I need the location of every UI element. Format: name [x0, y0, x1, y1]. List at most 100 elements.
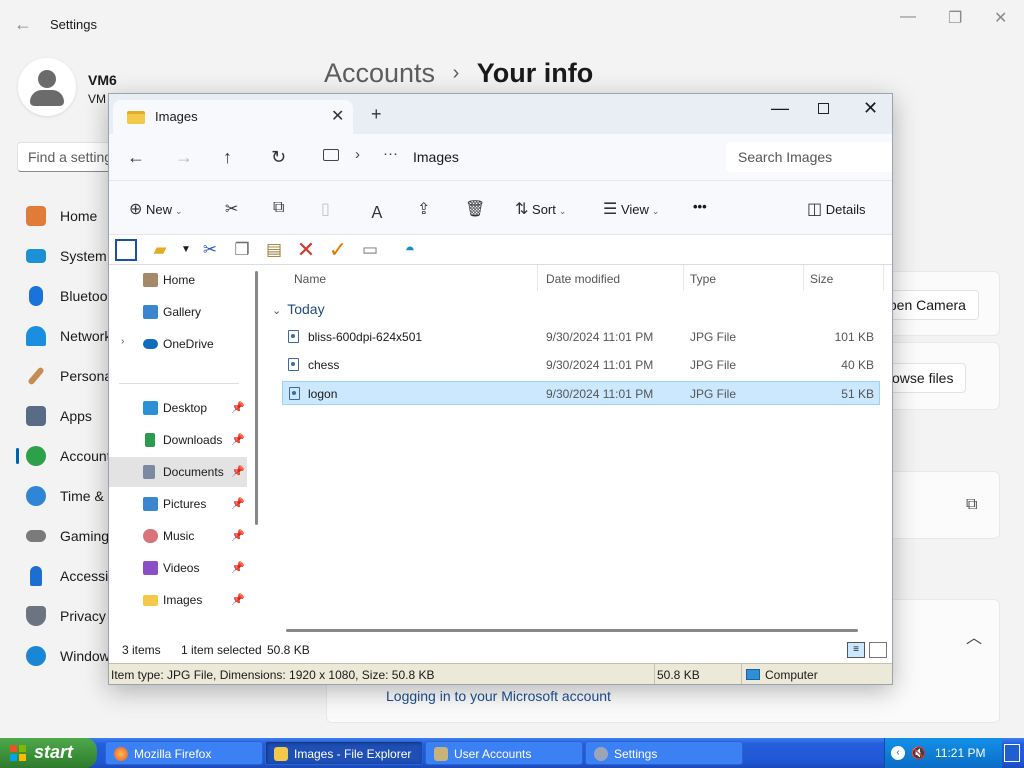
refresh-icon[interactable]: ↻	[271, 147, 286, 168]
close-button[interactable]: ✕	[863, 98, 878, 119]
file-row[interactable]: chess 9/30/2024 11:01 PM JPG File 40 KB	[282, 353, 880, 377]
nav-item-music[interactable]: Music 📌	[109, 521, 247, 551]
restore-button[interactable]: ❐	[948, 8, 962, 28]
details-view-icon[interactable]: ≡	[847, 642, 865, 658]
rename-button[interactable]: Ａ	[369, 199, 385, 223]
nav-item-privacy[interactable]: Privacy	[0, 596, 110, 636]
nav-item-time[interactable]: Time &	[0, 476, 110, 516]
explorer-tab[interactable]: Images ✕	[113, 100, 353, 134]
new-tab-icon[interactable]: +	[371, 104, 382, 125]
new-button[interactable]: ⊕ New ⌄	[129, 199, 183, 219]
expand-chevron-icon[interactable]: ›	[121, 336, 124, 347]
chevron-up-icon[interactable]: ︿	[966, 624, 982, 648]
delete-button[interactable]: 🗑	[465, 199, 485, 219]
up-arrow-icon[interactable]: ↑	[223, 147, 232, 168]
nav-item-gallery[interactable]: Gallery	[109, 297, 247, 327]
pin-icon[interactable]: 📌	[231, 593, 245, 606]
pin-icon[interactable]: 📌	[231, 465, 245, 478]
paste-icon[interactable]: ▤	[263, 239, 285, 261]
nav-item-home[interactable]: Home	[109, 265, 247, 295]
delete-x-icon[interactable]: ✕	[295, 239, 317, 261]
details-button[interactable]: ◫ Details	[807, 199, 866, 219]
nav-item-onedrive[interactable]: › OneDrive	[109, 329, 247, 359]
pin-icon[interactable]: 📌	[231, 497, 245, 510]
show-desktop-icon[interactable]	[1004, 744, 1020, 762]
shell-icon[interactable]: ◓	[399, 239, 421, 261]
column-header-size[interactable]: Size	[810, 265, 884, 291]
more-options-button[interactable]: •••	[693, 199, 707, 214]
rename-box-icon[interactable]: ▭	[359, 239, 381, 261]
nav-item-pictures[interactable]: Pictures 📌	[109, 489, 247, 519]
volume-muted-icon[interactable]: 🔇	[911, 746, 926, 760]
checkmark-icon[interactable]: ✓	[327, 239, 349, 261]
collapse-tray-icon[interactable]: ‹	[891, 746, 905, 760]
nav-scrollbar[interactable]	[255, 271, 258, 525]
copy-button[interactable]: ⧉	[273, 199, 284, 217]
share-button[interactable]: ⇪	[417, 199, 430, 219]
column-header-name[interactable]: Name	[294, 265, 538, 291]
pin-icon[interactable]: 📌	[231, 401, 245, 414]
tiles-view-icon[interactable]	[869, 642, 887, 658]
cut-icon[interactable]: ✂	[199, 239, 221, 261]
file-row[interactable]: bliss-600dpi-624x501 9/30/2024 11:01 PM …	[282, 325, 880, 349]
taskbar-item-firefox[interactable]: Mozilla Firefox	[105, 741, 263, 765]
pin-icon[interactable]: 📌	[231, 529, 245, 542]
column-header-date[interactable]: Date modified	[546, 265, 684, 291]
more-locations-icon[interactable]: ···	[383, 145, 398, 162]
external-link-icon[interactable]: ⧉	[966, 496, 977, 514]
sort-button[interactable]: ⇅ Sort ⌄	[515, 199, 566, 219]
nav-item-bluetooth[interactable]: Bluetoo	[0, 276, 110, 316]
taskbar-item-file-explorer[interactable]: Images - File Explorer	[265, 741, 423, 765]
forward-arrow-icon[interactable]: →	[175, 147, 193, 168]
pin-icon[interactable]: 📌	[231, 561, 245, 574]
breadcrumb-parent[interactable]: Accounts	[324, 58, 435, 88]
address-bar[interactable]: › ··· Images	[309, 142, 717, 172]
maximize-button[interactable]	[818, 103, 829, 114]
cut-button[interactable]: ✂	[225, 199, 238, 219]
taskbar-item-user-accounts[interactable]: User Accounts	[425, 741, 583, 765]
chevron-right-icon[interactable]: ›	[355, 146, 360, 163]
nav-item-windows-update[interactable]: Window	[0, 636, 110, 676]
start-button[interactable]: start	[0, 738, 97, 768]
nav-item-home[interactable]: Home	[0, 196, 110, 236]
computer-icon	[323, 149, 339, 161]
navigation-pane: Home Gallery › OneDrive Desktop 📌 Downlo…	[109, 265, 264, 637]
nav-item-desktop[interactable]: Desktop 📌	[109, 393, 247, 423]
folder-options-icon[interactable]: ▰	[149, 239, 171, 261]
nav-item-apps[interactable]: Apps	[0, 396, 110, 436]
paste-button[interactable]: ▯	[321, 199, 330, 219]
collapse-chevron-icon[interactable]: ⌄	[272, 305, 281, 317]
copy-icon[interactable]: ❐	[231, 239, 253, 261]
nav-item-system[interactable]: System	[0, 236, 110, 276]
microsoft-account-link[interactable]: Logging in to your Microsoft account	[386, 688, 611, 704]
nav-item-personalization[interactable]: Persona	[0, 356, 112, 396]
group-header[interactable]: ⌄ Today	[272, 301, 325, 317]
nav-item-videos[interactable]: Videos 📌	[109, 553, 247, 583]
minimize-button[interactable]: —	[771, 98, 789, 119]
view-button[interactable]: ☰ View ⌄	[603, 199, 659, 219]
back-arrow-icon[interactable]: ←	[14, 14, 32, 35]
nav-item-downloads[interactable]: Downloads 📌	[109, 425, 247, 455]
nav-item-accounts[interactable]: Account	[0, 436, 111, 476]
pin-icon[interactable]: 📌	[231, 433, 245, 446]
nav-item-images[interactable]: Images 📌	[109, 585, 247, 615]
nav-item-gaming[interactable]: Gaming	[0, 516, 110, 556]
dropdown-arrow-icon[interactable]: ▼	[175, 239, 197, 261]
minimize-button[interactable]: —	[900, 8, 916, 26]
nav-item-documents[interactable]: Documents 📌	[109, 457, 247, 487]
close-button[interactable]: ✕	[994, 8, 1007, 28]
close-tab-icon[interactable]: ✕	[331, 106, 344, 126]
horizontal-scrollbar[interactable]	[286, 629, 858, 632]
back-arrow-icon[interactable]: ←	[127, 147, 145, 168]
settings-search-input[interactable]: Find a setting	[17, 142, 117, 172]
file-row-selected[interactable]: logon 9/30/2024 11:01 PM JPG File 51 KB	[282, 381, 880, 405]
column-header-type[interactable]: Type	[690, 265, 804, 291]
taskbar-item-settings[interactable]: Settings	[585, 741, 743, 765]
nav-item-network[interactable]: Network	[0, 316, 111, 356]
music-icon	[143, 529, 158, 543]
folders-pane-icon[interactable]	[115, 239, 137, 261]
address-location[interactable]: Images	[413, 149, 459, 165]
nav-item-accessibility[interactable]: Accessil	[0, 556, 111, 596]
search-input[interactable]: Search Images	[726, 142, 892, 172]
clock[interactable]: 11:21 PM	[935, 746, 985, 760]
